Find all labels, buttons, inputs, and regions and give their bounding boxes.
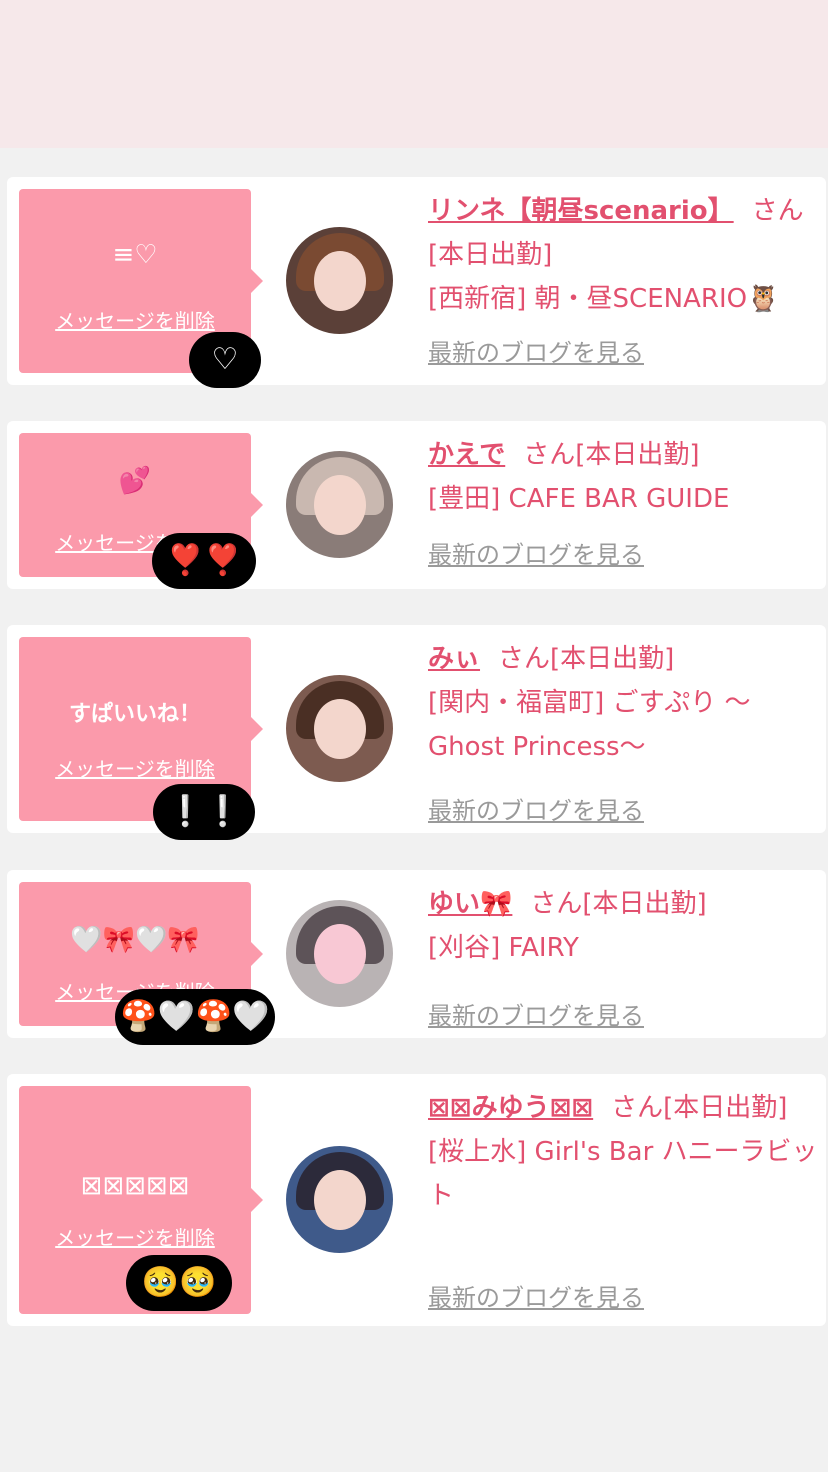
name-suffix: さん[本日出勤]	[530, 889, 707, 919]
cast-name-link[interactable]: かえで	[428, 440, 505, 470]
list-item: 💕 メッセージを削除 ❣️❣️ かえで さん[本日出勤] [豊田] CAFE BA…	[7, 421, 826, 589]
delete-message-link[interactable]: メッセージを削除	[19, 307, 251, 335]
latest-blog-link[interactable]: 最新のブログを見る	[428, 539, 644, 571]
latest-blog-link[interactable]: 最新のブログを見る	[428, 1282, 644, 1314]
cast-name-link[interactable]: ゆい🎀	[428, 889, 512, 919]
cast-info: かえで さん[本日出勤] [豊田] CAFE BAR GUIDE 最新のブログを見…	[428, 433, 818, 569]
avatar[interactable]	[286, 900, 393, 1007]
delete-message-link[interactable]: メッセージを削除	[19, 1224, 251, 1252]
bubble-message: ≡♡	[112, 240, 158, 270]
bubble-message: ⊠⊠⊠⊠⊠	[80, 1171, 190, 1201]
cast-name-link[interactable]: リンネ【朝昼scenario】	[428, 196, 734, 226]
delete-message-link[interactable]: メッセージを削除	[19, 755, 251, 783]
list-item: ⊠⊠⊠⊠⊠ メッセージを削除 🥹🥹 ⊠⊠みゆう⊠⊠ さん[本日出勤] [桜上水] …	[7, 1074, 826, 1326]
cast-name-link[interactable]: みぃ	[428, 644, 480, 674]
list-item: ≡♡ メッセージを削除 ♡ リンネ【朝昼scenario】 さん[本日出勤] [西…	[7, 177, 826, 388]
bubble-message: すぱいいね！	[68, 702, 201, 727]
shop-name: [刈谷] FAIRY	[428, 933, 579, 963]
reaction-badge: 🥹🥹	[126, 1255, 232, 1311]
cast-info: みぃ さん[本日出勤] [関内・福富町] ごすぷり 〜Ghost Princess…	[428, 637, 818, 825]
cast-name-link[interactable]: ⊠⊠みゆう⊠⊠	[428, 1093, 593, 1123]
name-suffix: さん[本日出勤]	[498, 644, 675, 674]
name-suffix: さん[本日出勤]	[523, 440, 700, 470]
cast-info: ゆい🎀 さん[本日出勤] [刈谷] FAIRY 最新のブログを見る	[428, 882, 818, 1030]
cast-info: リンネ【朝昼scenario】 さん[本日出勤] [西新宿] 朝・昼SCENARI…	[428, 189, 818, 367]
shop-name: [豊田] CAFE BAR GUIDE	[428, 484, 730, 514]
list-item: 🤍🎀🤍🎀 メッセージを削除 🍄🤍🍄🤍 ゆい🎀さん[本日出勤] [刈谷] FAIR…	[7, 870, 826, 1045]
avatar[interactable]	[286, 227, 393, 334]
shop-name: [桜上水] Girl's Bar ハニーラビット	[428, 1137, 818, 1211]
list-item: すぱいいね！ メッセージを削除 ❕❕ みぃ さん[本日出勤] [関内・福富町] ご…	[7, 625, 826, 840]
reaction-badge: 🍄🤍🍄🤍	[115, 989, 275, 1045]
latest-blog-link[interactable]: 最新のブログを見る	[428, 337, 644, 369]
latest-blog-link[interactable]: 最新のブログを見る	[428, 795, 644, 827]
avatar[interactable]	[286, 1146, 393, 1253]
reaction-badge: ♡	[189, 332, 261, 388]
shop-name: [関内・福富町] ごすぷり 〜Ghost Princess〜	[428, 688, 751, 762]
avatar[interactable]	[286, 675, 393, 782]
name-suffix: さん[本日出勤]	[611, 1093, 788, 1123]
bubble-message: 🤍🎀🤍🎀	[70, 925, 200, 955]
reaction-badge: ❕❕	[153, 784, 255, 840]
cast-info: ⊠⊠みゆう⊠⊠ さん[本日出勤] [桜上水] Girl's Bar ハニーラビット…	[428, 1086, 818, 1312]
bubble-message: 💕	[118, 466, 152, 496]
avatar[interactable]	[286, 451, 393, 558]
shop-name: [西新宿] 朝・昼SCENARIO🦉	[428, 284, 780, 314]
latest-blog-link[interactable]: 最新のブログを見る	[428, 1000, 644, 1032]
message-list: ≡♡ メッセージを削除 ♡ リンネ【朝昼scenario】 さん[本日出勤] [西…	[0, 0, 828, 1472]
reaction-badge: ❣️❣️	[152, 533, 256, 589]
